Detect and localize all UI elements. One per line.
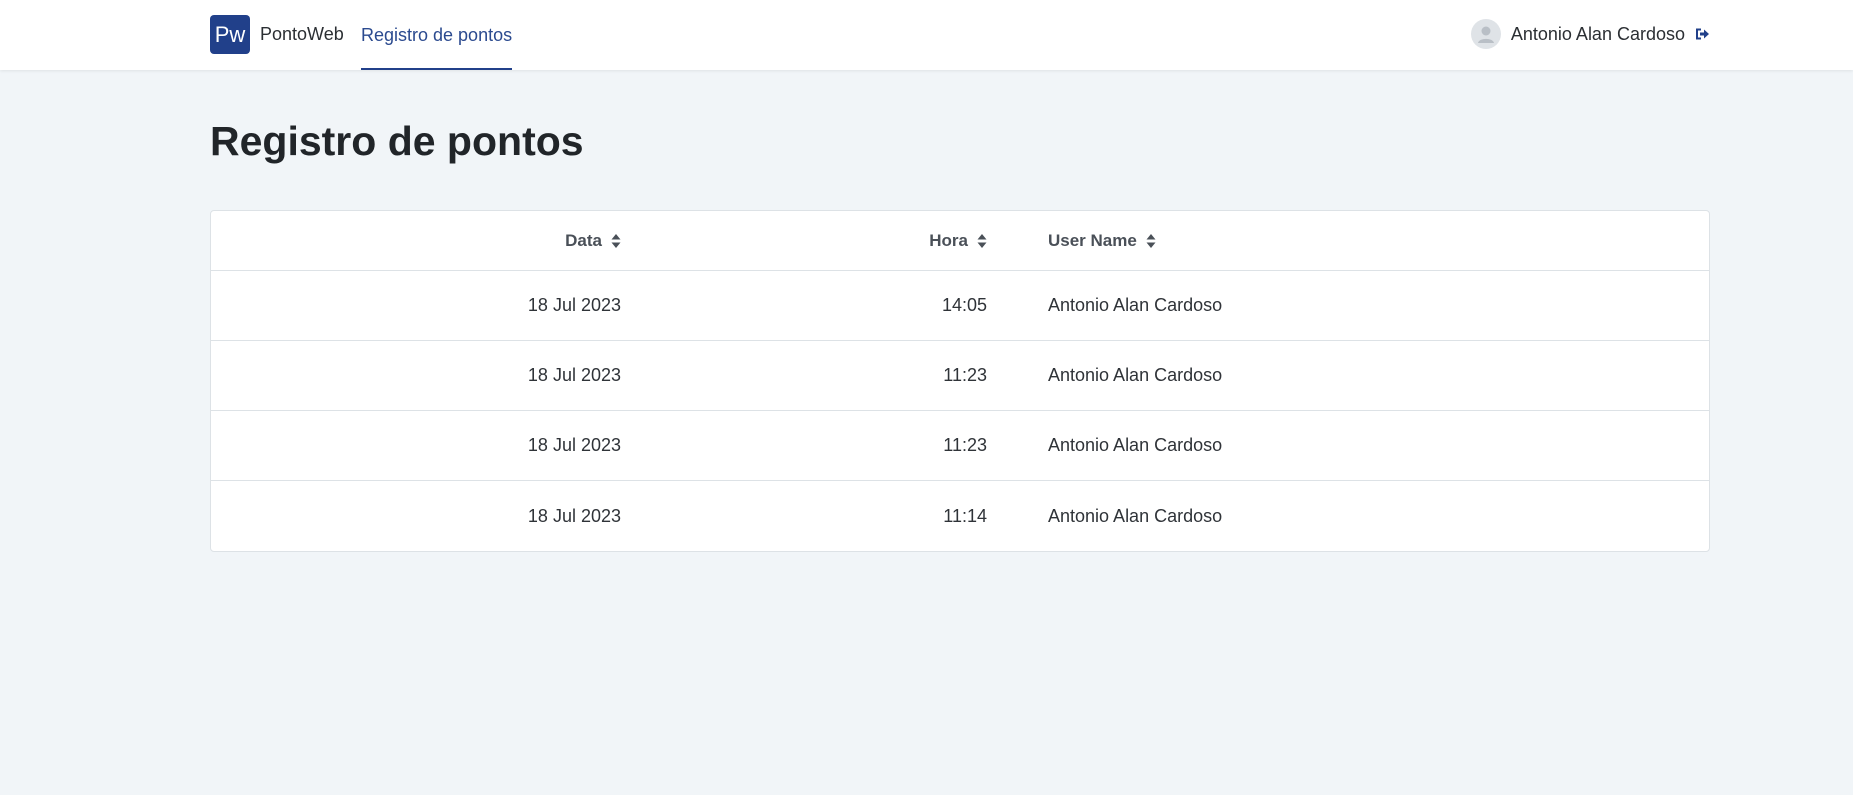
- sort-icon[interactable]: [977, 233, 987, 249]
- cell-user-name: Antonio Alan Cardoso: [1048, 435, 1223, 455]
- brand-name[interactable]: PontoWeb: [260, 24, 344, 45]
- table-row: 18 Jul 2023 14:05 Antonio Alan Cardoso: [211, 271, 1709, 341]
- table-row: 18 Jul 2023 11:23 Antonio Alan Cardoso: [211, 341, 1709, 411]
- column-header-label: Hora: [929, 230, 968, 250]
- user-avatar-icon: [1470, 19, 1501, 49]
- cell-user-name: Antonio Alan Cardoso: [1048, 365, 1223, 385]
- cell-data: 18 Jul 2023: [527, 295, 621, 315]
- cell-data: 18 Jul 2023: [527, 365, 621, 385]
- sort-icon[interactable]: [1146, 233, 1156, 249]
- column-header-hora[interactable]: Hora: [929, 211, 987, 270]
- cell-data: 18 Jul 2023: [527, 435, 621, 455]
- cell-hora: 11:23: [943, 435, 987, 455]
- table-row: 18 Jul 2023 11:23 Antonio Alan Cardoso: [211, 411, 1709, 481]
- column-header-label: Data: [565, 230, 602, 250]
- brand[interactable]: Pw PontoWeb: [210, 15, 344, 54]
- nav-link-registro-de-pontos[interactable]: Registro de pontos: [361, 0, 513, 70]
- table-row: 18 Jul 2023 11:14 Antonio Alan Cardoso: [211, 481, 1709, 551]
- user-menu[interactable]: Antonio Alan Cardoso: [1470, 19, 1710, 49]
- column-header-data[interactable]: Data: [565, 211, 621, 270]
- column-header-label: User Name: [1048, 230, 1137, 250]
- cell-hora: 11:23: [943, 365, 987, 385]
- cell-user-name: Antonio Alan Cardoso: [1048, 505, 1223, 526]
- page-title: Registro de pontos: [210, 118, 584, 164]
- user-name[interactable]: Antonio Alan Cardoso: [1511, 24, 1685, 45]
- sort-icon[interactable]: [611, 233, 621, 249]
- cell-hora: 14:05: [941, 295, 987, 315]
- cell-data: 18 Jul 2023: [527, 505, 621, 526]
- brand-logo[interactable]: Pw: [210, 15, 250, 54]
- top-navbar: Pw PontoWeb Registro de pontos Antonio A…: [0, 0, 1853, 70]
- cell-hora: 11:14: [943, 505, 987, 526]
- records-table: Data Hora User Name 18 Jul 2023 14:05 An…: [210, 210, 1710, 552]
- table-header-row: Data Hora User Name: [211, 211, 1709, 271]
- logout-icon[interactable]: [1694, 26, 1710, 42]
- cell-user-name: Antonio Alan Cardoso: [1048, 295, 1223, 315]
- column-header-user-name[interactable]: User Name: [1048, 211, 1156, 270]
